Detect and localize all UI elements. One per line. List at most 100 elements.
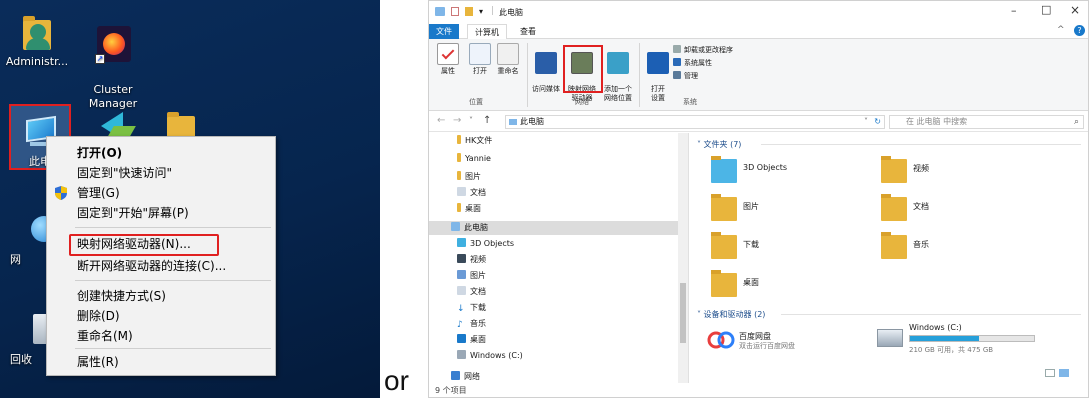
media-icon xyxy=(535,52,557,74)
baidu-cloud-icon xyxy=(707,331,735,349)
quick-access-dropdown-icon[interactable]: ▾ xyxy=(479,7,483,16)
nav-item-label: 视频 xyxy=(470,255,486,264)
menu-item-pin-quick-access[interactable]: 固定到"快速访问" xyxy=(47,163,275,183)
network-icon xyxy=(451,371,460,380)
address-dropdown-icon[interactable]: ˅ xyxy=(864,116,868,128)
add-network-location-button[interactable]: 添加一个 网络位置 xyxy=(601,43,635,112)
quick-access-new-folder-icon[interactable] xyxy=(465,7,473,16)
nav-item[interactable]: HK文件 xyxy=(457,135,492,147)
ribbon-separator xyxy=(639,43,640,107)
details-view-icon[interactable] xyxy=(1045,369,1055,377)
refresh-icon[interactable]: ↻ xyxy=(874,116,881,128)
nav-item-network[interactable]: 网络 xyxy=(451,371,480,383)
folders-section-header[interactable]: ˅ 文件夹 (7) xyxy=(697,139,741,150)
nav-item[interactable]: 文档 xyxy=(457,187,486,199)
folder-label: 音乐 xyxy=(913,240,929,249)
up-arrow-icon[interactable]: ↑ xyxy=(483,115,491,126)
nav-item[interactable]: Yannie xyxy=(457,153,491,165)
menu-item-disconnect-network-drive[interactable]: 断开网络驱动器的连接(C)... xyxy=(47,256,275,276)
title-divider: | xyxy=(491,6,495,16)
forward-arrow-icon[interactable]: → xyxy=(453,115,461,126)
recent-dropdown-icon[interactable]: ˅ xyxy=(469,116,473,125)
nav-item[interactable]: Windows (C:) xyxy=(457,350,523,362)
content-pane: ˅ 文件夹 (7) 3D Objects 视频 图片 文档 下载 音乐 桌面 ˅… xyxy=(691,133,1088,383)
properties-button[interactable]: 属性 xyxy=(431,43,465,76)
open-settings-button[interactable]: 打开 设置 xyxy=(641,43,675,112)
tab-file[interactable]: 文件 xyxy=(429,24,459,39)
system-properties-button[interactable]: 系统属性 xyxy=(673,58,712,69)
address-path: 此电脑 xyxy=(520,117,544,126)
large-icons-view-icon[interactable] xyxy=(1059,369,1069,377)
this-pc-small-icon xyxy=(509,119,517,125)
nav-item[interactable]: 视频 xyxy=(457,254,486,266)
document-icon xyxy=(457,286,466,295)
tab-view[interactable]: 查看 xyxy=(513,24,543,39)
nav-item[interactable]: 桌面 xyxy=(457,203,481,215)
back-arrow-icon[interactable]: ← xyxy=(437,115,445,126)
nav-item-label: 下载 xyxy=(470,303,486,312)
nav-item-label: 此电脑 xyxy=(464,223,488,232)
nav-scrollbar-thumb[interactable] xyxy=(680,283,686,343)
search-input[interactable]: 在 此电脑 中搜索 ⌕ xyxy=(889,115,1084,129)
nav-item[interactable]: ♪ 音乐 xyxy=(457,318,486,330)
menu-item-pin-start[interactable]: 固定到"开始"屏幕(P) xyxy=(47,203,275,223)
or-separator-text: or xyxy=(384,365,409,396)
menu-item-rename[interactable]: 重命名(M) xyxy=(47,326,275,346)
folder-label: 图片 xyxy=(743,202,759,211)
programs-icon xyxy=(673,45,681,53)
menu-item-manage[interactable]: 管理(G) xyxy=(47,183,275,203)
nav-scrollbar[interactable] xyxy=(678,133,688,383)
settings-gear-icon xyxy=(647,52,669,74)
nav-item[interactable]: ↓ 下载 xyxy=(457,302,486,314)
manage-button[interactable]: 管理 xyxy=(673,71,698,82)
music-folder-icon xyxy=(881,232,907,259)
drive-free-label: 210 GB 可用，共 475 GB xyxy=(909,346,994,354)
section-title: 设备和驱动器 (2) xyxy=(703,310,766,319)
folder-label: 视频 xyxy=(913,164,929,173)
navigation-pane: HK文件 Yannie 图片 文档 桌面 此电脑 3D Objects 视频 图… xyxy=(429,133,689,383)
menu-item-create-shortcut[interactable]: 创建快捷方式(S) xyxy=(47,286,275,306)
group-location-label: 位置 xyxy=(469,98,483,106)
maximize-button[interactable]: □ xyxy=(1041,3,1051,16)
rename-button[interactable]: 重命名 xyxy=(491,43,525,76)
menu-item-delete[interactable]: 删除(D) xyxy=(47,306,275,326)
menu-item-open[interactable]: 打开(O) xyxy=(47,143,275,163)
minimize-button[interactable]: – xyxy=(1011,4,1017,17)
folder-label: 桌面 xyxy=(743,278,759,287)
document-icon xyxy=(457,187,466,196)
uninstall-programs-button[interactable]: 卸载或更改程序 xyxy=(673,45,733,56)
nav-item-label: 桌面 xyxy=(465,204,481,213)
desktop-icon xyxy=(457,334,466,343)
drives-section-header[interactable]: ˅ 设备和驱动器 (2) xyxy=(697,309,765,320)
nav-item[interactable]: 3D Objects xyxy=(457,238,514,250)
nav-item-label: 3D Objects xyxy=(470,239,515,248)
desktop-icon-administrator[interactable]: Administr... xyxy=(0,12,74,69)
section-title: 文件夹 (7) xyxy=(703,140,742,149)
folder-label: 下载 xyxy=(743,240,759,249)
tab-computer[interactable]: 计算机 xyxy=(467,24,507,39)
folder-label: 3D Objects xyxy=(743,163,788,172)
access-media-button[interactable]: 访问媒体 xyxy=(529,43,563,103)
nav-item[interactable]: 桌面 xyxy=(457,334,486,346)
nav-item[interactable]: 图片 xyxy=(457,171,481,183)
group-network-label: 网络 xyxy=(575,98,589,106)
drive-usage-fill xyxy=(910,336,980,341)
nav-item-label: 桌面 xyxy=(470,335,486,344)
close-button[interactable]: × xyxy=(1070,3,1080,17)
help-icon[interactable]: ? xyxy=(1074,25,1085,36)
nav-item[interactable]: 文档 xyxy=(457,286,486,298)
nav-item-this-pc[interactable]: 此电脑 xyxy=(451,222,488,234)
nav-item-label: 文档 xyxy=(470,188,486,197)
nav-item[interactable]: 图片 xyxy=(457,270,486,282)
uninstall-label: 卸载或更改程序 xyxy=(684,46,733,54)
menu-item-properties[interactable]: 属性(R) xyxy=(47,352,275,372)
video-folder-icon xyxy=(881,156,907,183)
search-icon: ⌕ xyxy=(1073,117,1079,127)
drive-item-windows-c[interactable]: Windows (C:) 210 GB 可用，共 475 GB xyxy=(877,323,1077,359)
address-field[interactable]: 此电脑 ˅ ↻ xyxy=(505,115,885,129)
3d-objects-icon xyxy=(711,156,737,183)
quick-access-properties-icon[interactable] xyxy=(451,7,459,16)
menu-separator xyxy=(75,348,271,349)
status-bar: 9 个项目 xyxy=(435,386,467,395)
ribbon-collapse-icon[interactable]: ^ xyxy=(1057,25,1065,35)
